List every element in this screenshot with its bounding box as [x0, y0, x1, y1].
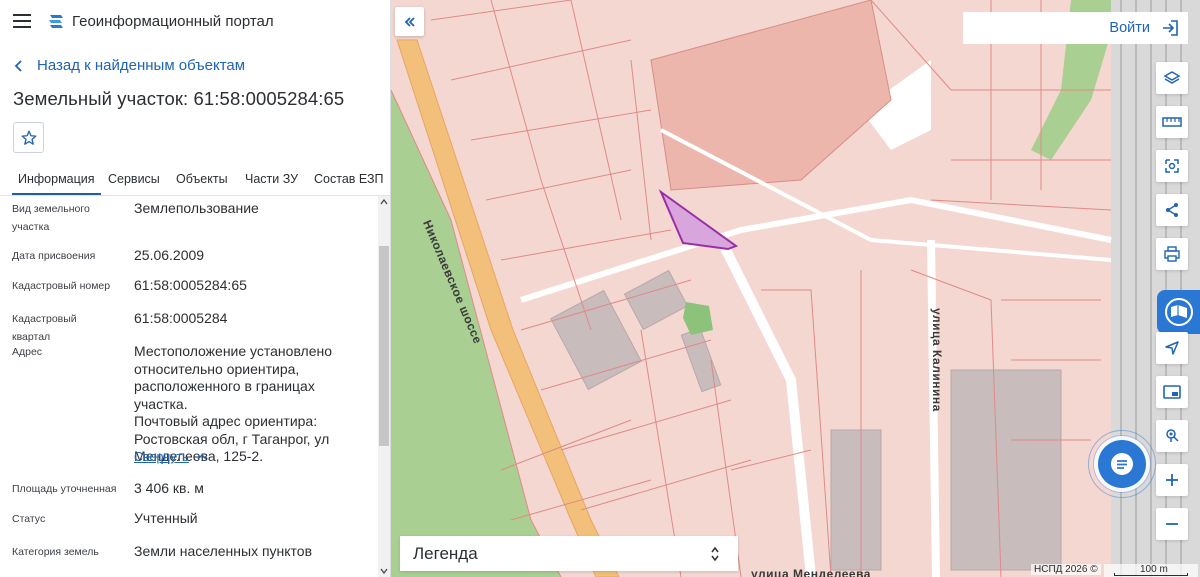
scroll-thumb[interactable]: [379, 246, 389, 446]
info-label: Категория земель: [12, 546, 99, 558]
login-button[interactable]: Войти: [963, 12, 1188, 44]
locate-icon: [1165, 341, 1179, 355]
map-canvas[interactable]: [391, 0, 1200, 577]
info-value: 61:58:0005284:65: [134, 277, 247, 293]
info-value: Земли населенных пунктов: [134, 543, 313, 559]
info-label: Адрес: [12, 346, 43, 358]
tab-objects[interactable]: Объекты: [176, 172, 228, 186]
top-bar: Геоинформационный портал: [0, 0, 390, 44]
scale-ruler: [1114, 573, 1188, 576]
info-label: Статус: [12, 513, 46, 525]
chevron-up-icon: [197, 453, 207, 460]
ruler-icon: [1162, 117, 1182, 127]
layers-button[interactable]: [1156, 62, 1188, 94]
address-line: Местоположение установлено: [134, 343, 333, 359]
map-overlay-button[interactable]: [1157, 290, 1200, 334]
address-value: Местоположение установлено относительно …: [134, 343, 369, 466]
scrollbar[interactable]: [378, 196, 390, 577]
back-to-results-link[interactable]: Назад к найденным объектам: [13, 57, 245, 74]
left-panel: Геоинформационный портал Назад к найденн…: [0, 0, 391, 577]
screen-icon: [1163, 385, 1181, 399]
locate-button[interactable]: [1156, 332, 1188, 364]
map-overlay-icon: [1164, 298, 1193, 326]
scroll-up-icon[interactable]: [380, 198, 388, 206]
expand-updown-icon: [711, 546, 719, 562]
copyright-text: НСПД 2026 ©: [1031, 564, 1101, 575]
zoom-out-button[interactable]: [1156, 508, 1188, 540]
hamburger-icon[interactable]: [13, 14, 31, 28]
legend-panel[interactable]: Легенда: [400, 536, 738, 571]
place-search-button[interactable]: [1156, 420, 1188, 452]
map-view[interactable]: Николаевское шоссе улица Калинина улица …: [391, 0, 1200, 577]
chat-icon: [1111, 453, 1133, 475]
print-icon: [1164, 246, 1180, 262]
portal-logo-icon: [49, 15, 63, 28]
favorite-button[interactable]: [13, 122, 44, 153]
info-label: Дата присвоения: [12, 250, 96, 262]
tab-information[interactable]: Информация: [12, 172, 101, 195]
chat-button[interactable]: [1098, 440, 1146, 488]
double-chevron-left-icon: [404, 16, 415, 27]
address-line: Почтовый адрес ориентира:: [134, 413, 318, 429]
screen-button[interactable]: [1156, 376, 1188, 408]
ruler-button[interactable]: [1156, 106, 1188, 138]
info-value: Землепользование: [134, 200, 259, 216]
collapse-panel-button[interactable]: [395, 7, 424, 36]
info-label: Площадь уточненная: [12, 483, 117, 495]
tab-services[interactable]: Сервисы: [108, 172, 160, 186]
info-label: Кадастровый номер: [12, 280, 111, 292]
info-label: Вид земельного участка: [12, 203, 90, 233]
scale-bar: 100 m: [1104, 564, 1198, 577]
tabs-bar: Информация Сервисы Объекты Части ЗУ Сост…: [0, 166, 390, 196]
address-line: расположенного в границах участка.: [134, 378, 315, 412]
print-button[interactable]: [1156, 238, 1188, 270]
scroll-down-icon[interactable]: [380, 567, 388, 575]
app-title: Геоинформационный портал: [72, 13, 274, 30]
collapse-address-link[interactable]: Свернуть: [134, 450, 207, 464]
street-label-kalinina: улица Калинина: [930, 308, 944, 412]
tab-ezp-composition[interactable]: Состав ЕЗП: [314, 172, 383, 186]
share-icon: [1166, 203, 1178, 217]
share-button[interactable]: [1156, 194, 1188, 226]
street-label-mendeleeva: улица Менделеева: [751, 567, 871, 577]
chevron-left-icon: [14, 59, 22, 72]
address-line: Ростовская обл, г Таганрог, ул: [134, 430, 330, 447]
zoom-in-icon: [1166, 474, 1178, 486]
login-icon: [1163, 20, 1178, 36]
info-value: Учтенный: [134, 510, 198, 526]
zoom-out-icon: [1166, 523, 1178, 525]
info-list[interactable]: Вид земельного участка Землепользование …: [0, 196, 378, 577]
legend-label: Легенда: [413, 543, 478, 563]
collapse-label: Свернуть: [134, 450, 189, 464]
zoom-in-button[interactable]: [1156, 464, 1188, 496]
place-search-icon: [1166, 429, 1179, 442]
address-line: относительно ориентира,: [134, 360, 300, 377]
select-area-button[interactable]: [1156, 150, 1188, 182]
info-label: Кадастровый квартал: [12, 313, 77, 343]
info-value: 25.06.2009: [134, 247, 205, 263]
page-title: Земельный участок: 61:58:0005284:65: [13, 88, 345, 109]
info-value: 3 406 кв. м: [134, 480, 204, 496]
select-area-icon: [1165, 159, 1179, 173]
login-label: Войти: [1109, 20, 1150, 36]
tab-parts[interactable]: Части ЗУ: [245, 172, 298, 186]
info-value: 61:58:0005284: [134, 310, 228, 326]
star-icon: [21, 130, 36, 145]
back-link-label: Назад к найденным объектам: [37, 57, 246, 74]
layers-icon: [1163, 71, 1181, 84]
